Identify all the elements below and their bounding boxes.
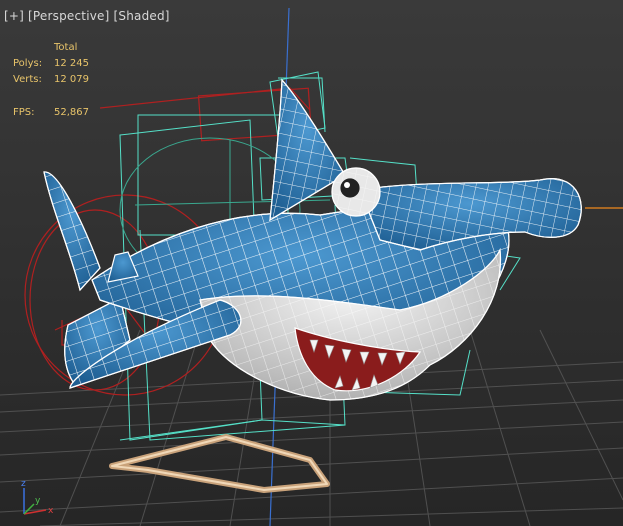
viewport-menu-button[interactable]: [+] — [4, 9, 24, 23]
shading-mode-button[interactable]: [Shaded] — [114, 9, 170, 23]
axis-z-label: z — [21, 479, 26, 489]
stats-header: Total — [54, 42, 78, 53]
axis-x-label: x — [48, 506, 54, 516]
statistics-overlay: Total Polys: 12 245 Verts: 12 079 FPS: 5… — [13, 40, 89, 121]
ground-control — [109, 434, 330, 493]
verts-value: 12 079 — [54, 74, 89, 85]
verts-label: Verts: — [13, 74, 42, 85]
axis-y-label: y — [35, 496, 41, 506]
shark-model — [43, 78, 582, 401]
fps-value: 52,867 — [54, 107, 89, 118]
scene-canvas[interactable] — [0, 0, 623, 526]
polys-label: Polys: — [13, 58, 43, 69]
axis-tripod-icon: z x y — [21, 479, 54, 516]
polys-value: 12 245 — [54, 58, 89, 69]
perspective-viewport[interactable]: [+] [Perspective] [Shaded] Total Polys: … — [0, 0, 623, 526]
view-name-button[interactable]: [Perspective] — [28, 9, 109, 23]
viewport-label: [+] [Perspective] [Shaded] — [4, 9, 170, 23]
fps-label: FPS: — [13, 107, 35, 118]
